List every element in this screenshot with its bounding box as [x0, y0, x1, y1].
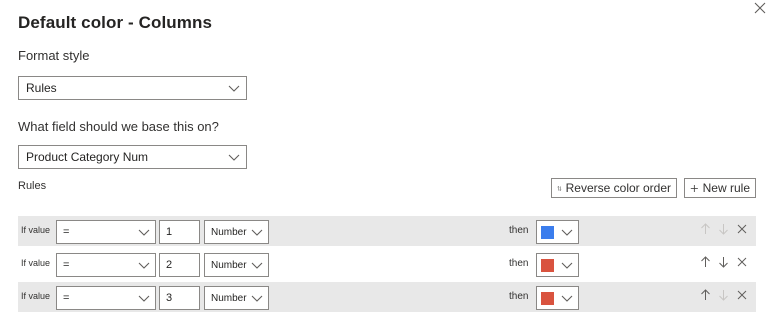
delete-rule-button[interactable] — [737, 256, 747, 271]
chevron-down-icon — [561, 229, 573, 236]
rule-value-input[interactable]: 1 — [159, 220, 200, 244]
sort-arrows-icon — [557, 185, 562, 191]
delete-x-icon — [737, 290, 747, 300]
chevron-down-icon — [228, 154, 240, 161]
then-label: then — [509, 258, 529, 269]
move-down-button[interactable] — [718, 256, 729, 271]
chevron-down-icon — [228, 85, 240, 92]
move-down-button[interactable] — [718, 289, 729, 304]
base-field-dropdown[interactable]: Product Category Num — [18, 145, 247, 169]
then-label: then — [509, 225, 529, 236]
dialog-title: Default color - Columns — [18, 13, 213, 32]
operator-dropdown[interactable]: = — [56, 220, 156, 244]
value-type-text: Number — [211, 259, 247, 271]
rule-value-input[interactable]: 2 — [159, 253, 200, 277]
value-type-dropdown[interactable]: Number — [204, 253, 269, 277]
rule-value-text: 1 — [166, 226, 173, 238]
chevron-down-icon — [138, 262, 150, 269]
new-rule-label: New rule — [702, 181, 750, 195]
chevron-down-icon — [561, 262, 573, 269]
color-picker[interactable] — [536, 220, 579, 244]
arrow-up-icon — [701, 256, 710, 267]
rules-section-label: Rules — [18, 180, 47, 192]
rule-row: If value = 3 Number then — [18, 282, 756, 312]
move-down-button[interactable] — [718, 223, 729, 238]
chevron-down-icon — [251, 295, 263, 302]
color-swatch — [541, 226, 554, 239]
operator-dropdown[interactable]: = — [56, 253, 156, 277]
delete-rule-button[interactable] — [737, 223, 747, 238]
plus-icon — [690, 184, 698, 192]
operator-dropdown[interactable]: = — [56, 286, 156, 310]
rule-value-text: 2 — [166, 259, 173, 271]
format-style-value: Rules — [26, 81, 57, 95]
if-value-label: If value — [21, 258, 51, 268]
chevron-down-icon — [138, 295, 150, 302]
if-value-label: If value — [21, 225, 51, 235]
close-button[interactable] — [752, 0, 768, 16]
value-type-dropdown[interactable]: Number — [204, 286, 269, 310]
if-value-label: If value — [21, 291, 51, 301]
value-type-text: Number — [211, 292, 247, 304]
arrow-up-icon — [701, 223, 710, 234]
format-style-dropdown[interactable]: Rules — [18, 76, 247, 100]
arrow-down-icon — [719, 224, 728, 235]
delete-x-icon — [737, 257, 747, 267]
value-type-text: Number — [211, 226, 247, 238]
color-picker[interactable] — [536, 253, 579, 277]
move-up-button[interactable] — [700, 256, 711, 271]
rule-value-input[interactable]: 3 — [159, 286, 200, 310]
color-swatch — [541, 292, 554, 305]
close-icon — [754, 2, 766, 14]
arrow-down-icon — [719, 290, 728, 301]
operator-value: = — [63, 292, 70, 304]
operator-value: = — [63, 259, 70, 271]
color-swatch — [541, 259, 554, 272]
delete-rule-button[interactable] — [737, 289, 747, 304]
base-field-label: What field should we base this on? — [18, 119, 219, 134]
color-picker[interactable] — [536, 286, 579, 310]
arrow-down-icon — [719, 257, 728, 268]
rule-row: If value = 2 Number then — [18, 249, 756, 279]
move-up-button[interactable] — [700, 223, 711, 238]
move-up-button[interactable] — [700, 289, 711, 304]
rule-row: If value = 1 Number then — [18, 216, 756, 246]
chevron-down-icon — [138, 229, 150, 236]
chevron-down-icon — [251, 262, 263, 269]
chevron-down-icon — [251, 229, 263, 236]
operator-value: = — [63, 226, 70, 238]
reverse-color-order-label: Reverse color order — [565, 181, 671, 195]
format-style-label: Format style — [18, 48, 90, 63]
rule-value-text: 3 — [166, 292, 173, 304]
arrow-up-icon — [701, 289, 710, 300]
base-field-value: Product Category Num — [26, 150, 149, 164]
then-label: then — [509, 291, 529, 302]
chevron-down-icon — [561, 295, 573, 302]
delete-x-icon — [737, 224, 747, 234]
reverse-color-order-button[interactable]: Reverse color order — [551, 178, 677, 198]
new-rule-button[interactable]: New rule — [684, 178, 756, 198]
value-type-dropdown[interactable]: Number — [204, 220, 269, 244]
